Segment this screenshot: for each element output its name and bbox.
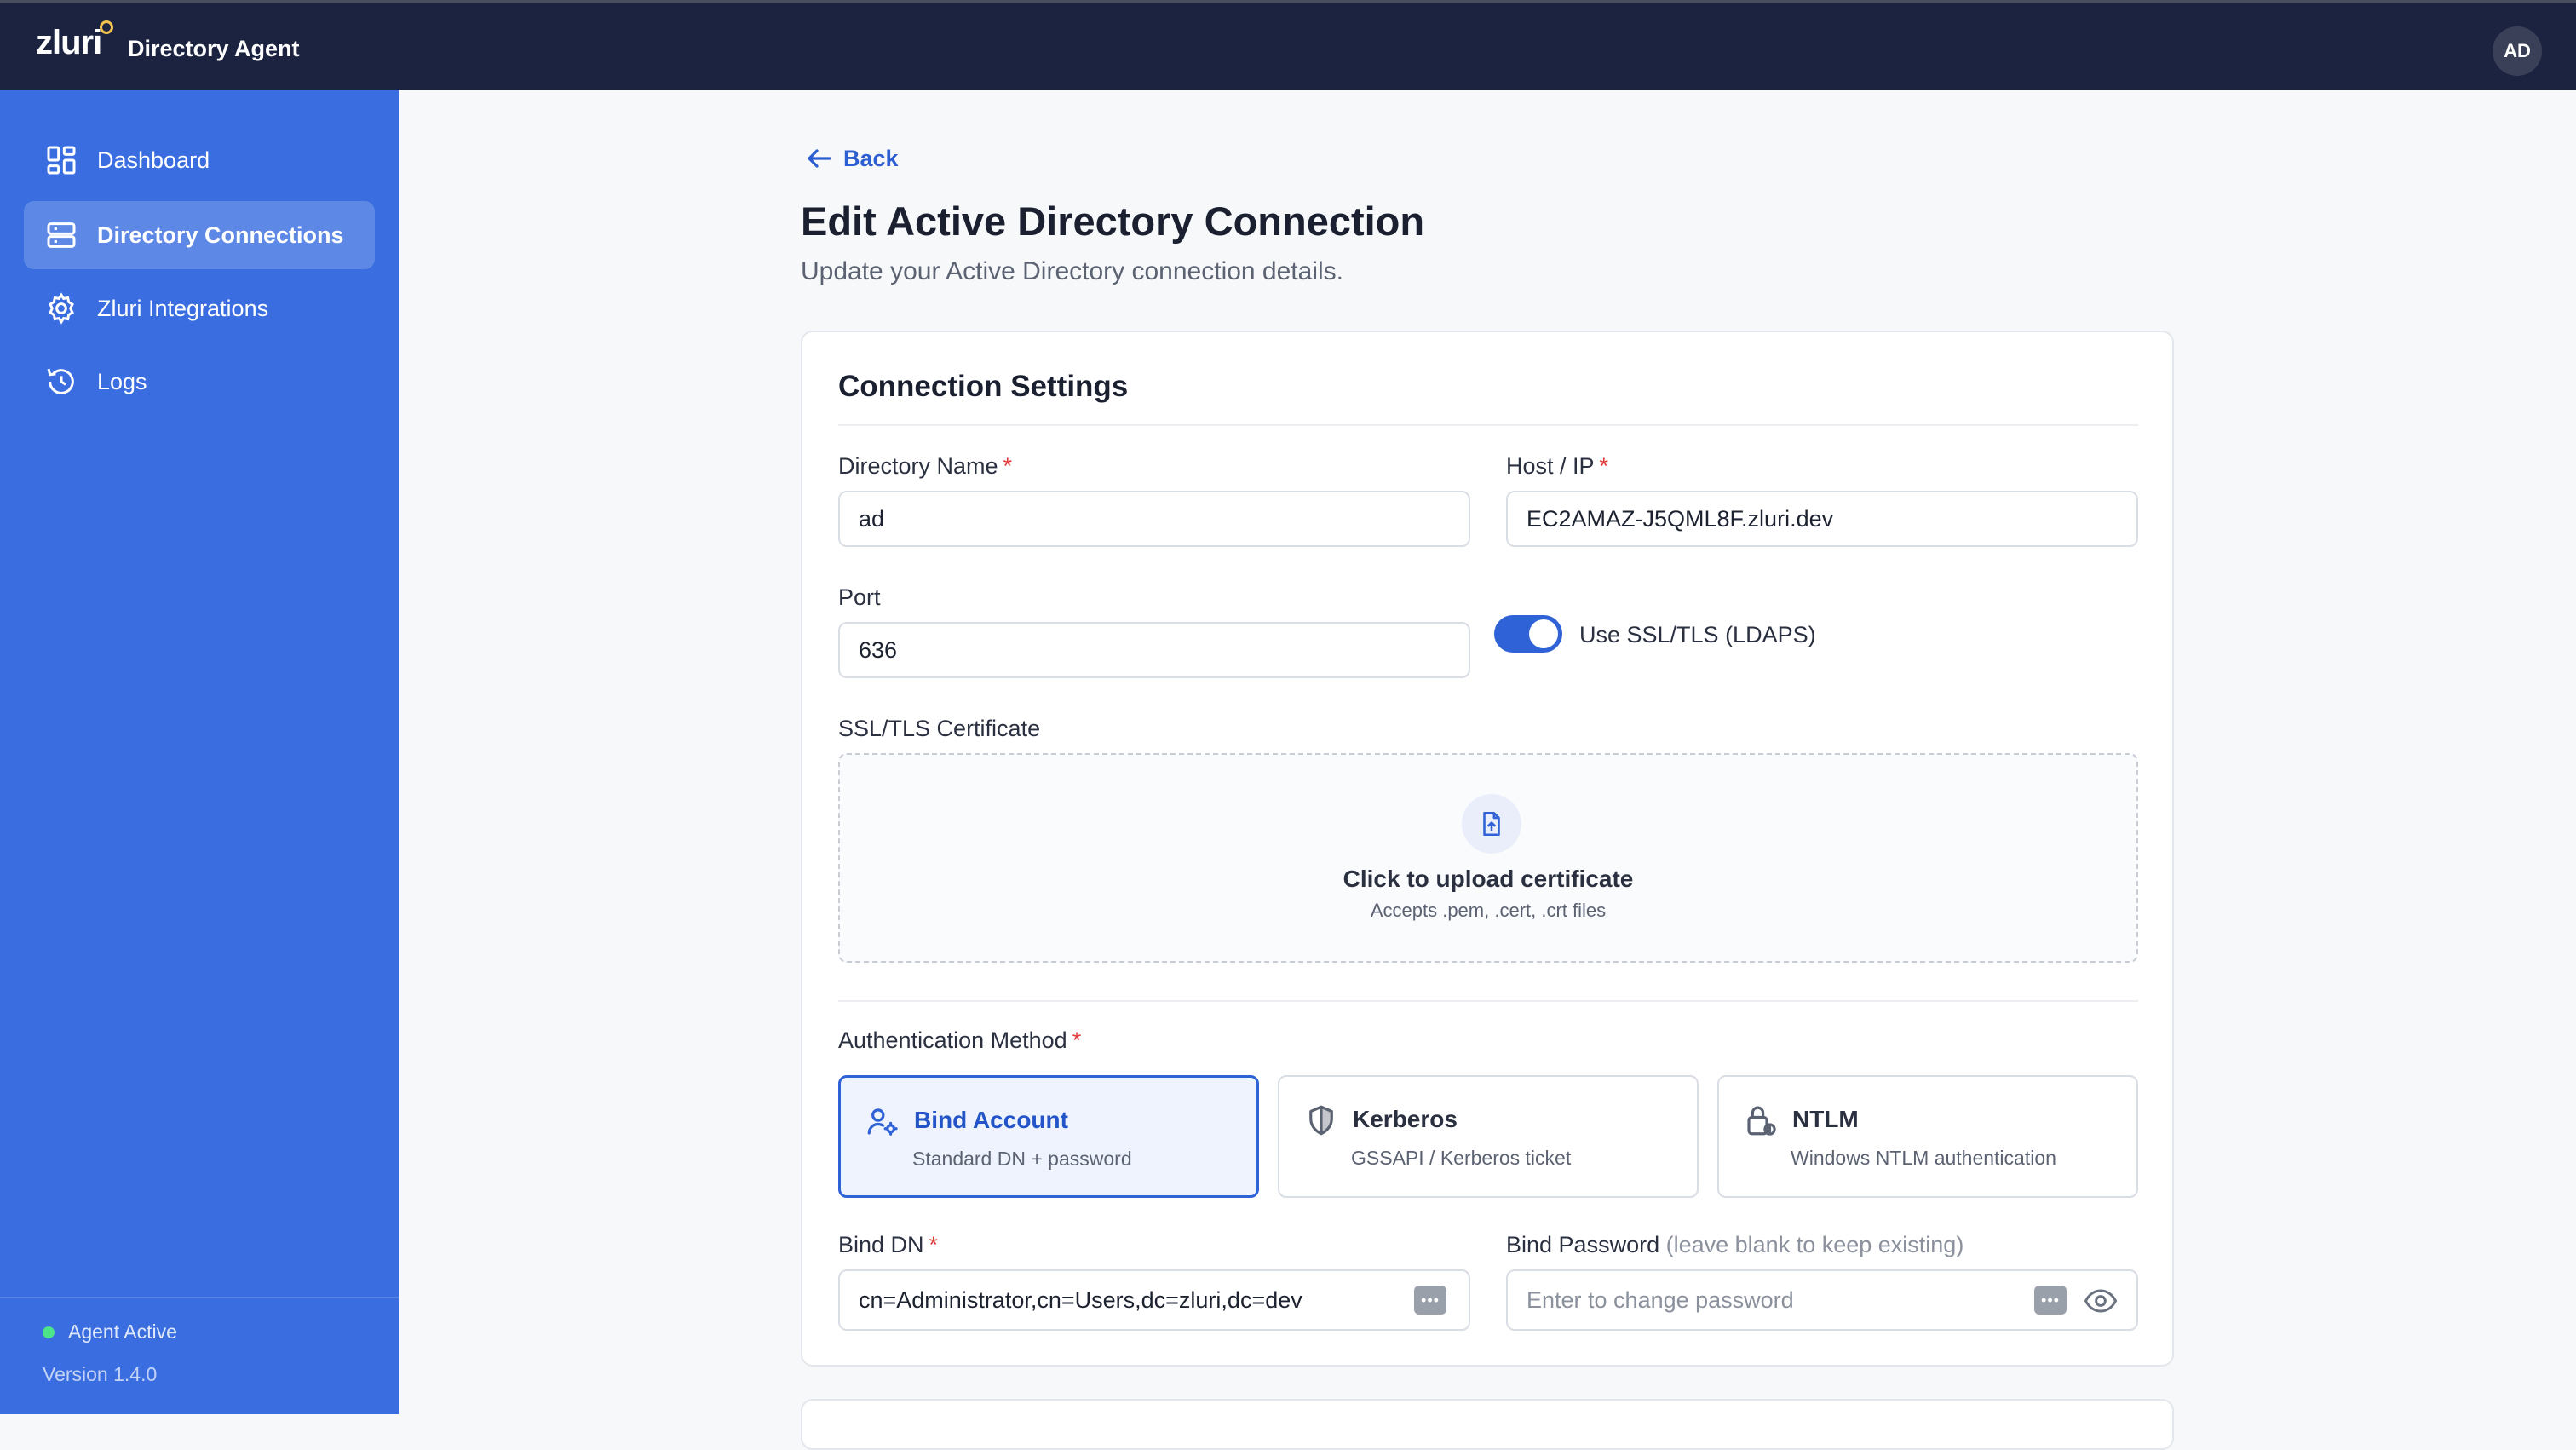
auth-method-ntlm[interactable]: NTLM Windows NTLM authentication [1717, 1075, 2138, 1198]
input-value: 636 [859, 636, 898, 663]
sidebar-item-label: Dashboard [97, 147, 210, 173]
port-label: Port [838, 584, 881, 610]
ssl-toggle-label: Use SSL/TLS (LDAPS) [1579, 622, 1816, 647]
label-text: Authentication Method [838, 1027, 1067, 1053]
host-input[interactable]: EC2AMAZ-J5QML8F.zluri.dev [1506, 491, 2138, 547]
app-version: Version 1.4.0 [43, 1363, 158, 1385]
label-text: Bind Password [1506, 1232, 1660, 1257]
status-dot-icon [43, 1326, 55, 1338]
sidebar: Dashboard Directory Connections Zluri In… [0, 90, 399, 1414]
back-label: Back [843, 145, 899, 171]
main-content: Back Edit Active Directory Connection Up… [399, 90, 2576, 1450]
port-input[interactable]: 636 [838, 622, 1470, 678]
sidebar-item-logs[interactable]: Logs [24, 348, 375, 416]
method-subtitle: Windows NTLM authentication [1791, 1147, 2056, 1169]
lock-icon [1747, 1106, 1776, 1136]
bind-password-input[interactable]: Enter to change password ••• [1506, 1269, 2138, 1331]
directory-name-label: Directory Name * [838, 453, 1012, 480]
input-value: EC2AMAZ-J5QML8F.zluri.dev [1527, 505, 1834, 532]
method-subtitle: GSSAPI / Kerberos ticket [1351, 1147, 1572, 1169]
label-text: Directory Name [838, 453, 998, 479]
page-title: Edit Active Directory Connection [801, 199, 1425, 244]
connection-settings-card: Connection Settings Directory Name * ad H… [801, 331, 2174, 1367]
bind-dn-label: Bind DN * [838, 1232, 938, 1258]
required-marker: * [1003, 453, 1013, 479]
zluri-logo[interactable]: zluri [36, 20, 114, 62]
divider [838, 424, 2138, 426]
sidebar-item-label: Zluri Integrations [97, 295, 269, 321]
sidebar-divider [0, 1297, 399, 1298]
dashboard-icon [47, 146, 76, 175]
auth-method-label: Authentication Method * [838, 1027, 1081, 1054]
label-hint: (leave blank to keep existing) [1665, 1232, 1964, 1257]
input-value: cn=Administrator,cn=Users,dc=zluri,dc=de… [859, 1286, 1302, 1313]
section-title: Connection Settings [838, 370, 1129, 403]
app-name: Directory Agent [128, 36, 300, 61]
auth-method-kerberos[interactable]: Kerberos GSSAPI / Kerberos ticket [1278, 1075, 1699, 1198]
logo-dot-icon [100, 20, 114, 34]
upload-title: Click to upload certificate [1343, 866, 1634, 892]
arrow-left-icon [808, 149, 831, 168]
method-subtitle: Standard DN + password [912, 1148, 1132, 1170]
eye-icon[interactable] [2084, 1288, 2118, 1314]
required-marker: * [929, 1232, 939, 1257]
certificate-label: SSL/TLS Certificate [838, 716, 1041, 741]
label-text: Host / IP [1506, 453, 1595, 479]
history-icon [47, 368, 74, 394]
label-text: Bind DN [838, 1232, 924, 1257]
sidebar-item-dashboard[interactable]: Dashboard [24, 126, 375, 194]
gear-icon [49, 292, 74, 325]
auth-method-bind-account[interactable]: Bind Account Standard DN + password [838, 1075, 1259, 1198]
back-link[interactable]: Back [804, 143, 899, 174]
logo-text: zluri [36, 24, 102, 61]
method-title: Bind Account [914, 1107, 1068, 1133]
upload-subtitle: Accepts .pem, .cert, .crt files [1370, 900, 1607, 921]
password-manager-icon[interactable]: ••• [1414, 1286, 1446, 1315]
user-avatar[interactable]: AD [2493, 26, 2542, 76]
host-label: Host / IP * [1506, 453, 1608, 480]
shield-icon [1309, 1105, 1333, 1136]
certificate-dropzone[interactable]: Click to upload certificate Accepts .pem… [838, 753, 2138, 963]
sidebar-item-zluri-integrations[interactable]: Zluri Integrations [24, 274, 375, 342]
ssl-toggle[interactable] [1494, 615, 1562, 653]
required-marker: * [1072, 1027, 1082, 1053]
bind-password-label: Bind Password (leave blank to keep exist… [1506, 1232, 1964, 1258]
input-value: ad [859, 505, 885, 532]
method-title: NTLM [1792, 1106, 1859, 1132]
server-icon [47, 222, 76, 248]
page-subtitle: Update your Active Directory connection … [801, 257, 1343, 285]
agent-status-text: Agent Active [68, 1321, 177, 1343]
next-section-card [801, 1399, 2174, 1450]
top-bar: zluri Directory Agent AD [0, 0, 2576, 90]
sidebar-item-label: Logs [97, 368, 147, 394]
divider [838, 1000, 2138, 1002]
agent-status: Agent Active [43, 1321, 177, 1344]
required-marker: * [1599, 453, 1609, 479]
bind-dn-input[interactable]: cn=Administrator,cn=Users,dc=zluri,dc=de… [838, 1269, 1470, 1331]
input-placeholder: Enter to change password [1527, 1286, 1794, 1313]
method-title: Kerberos [1353, 1106, 1458, 1132]
directory-name-input[interactable]: ad [838, 491, 1470, 547]
sidebar-item-label: Directory Connections [97, 222, 344, 248]
file-upload-icon [1462, 794, 1521, 854]
sidebar-item-directory-connections[interactable]: Directory Connections [24, 201, 375, 269]
user-gear-icon [867, 1108, 898, 1136]
password-manager-icon[interactable]: ••• [2034, 1286, 2067, 1315]
